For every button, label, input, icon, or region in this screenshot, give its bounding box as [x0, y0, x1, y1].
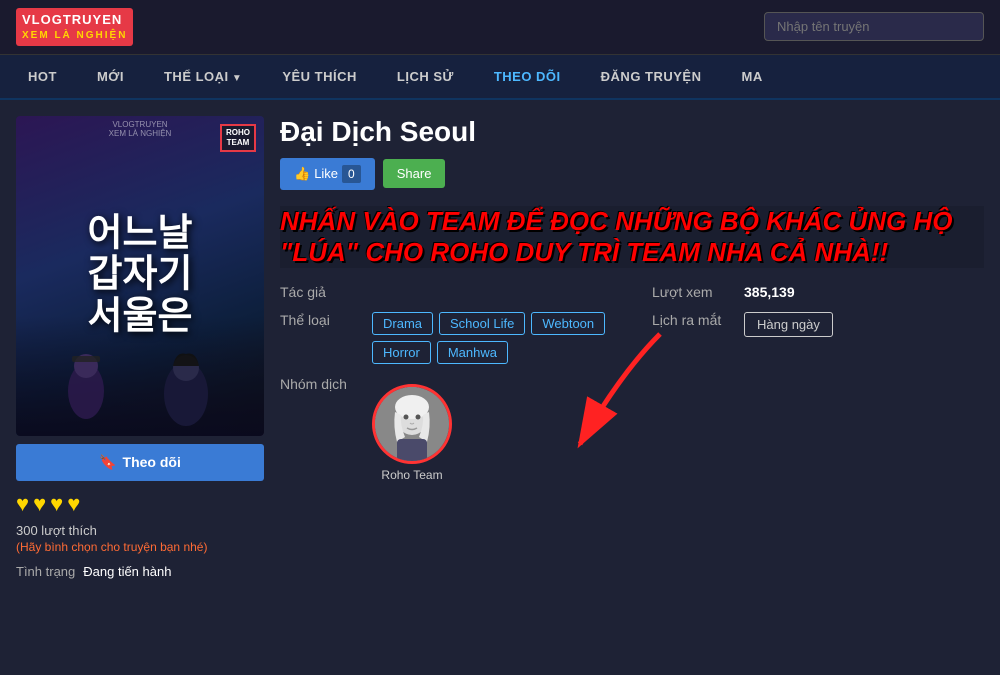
heart-3[interactable]: ♥: [50, 491, 63, 517]
author-row: Tác giả: [280, 284, 612, 300]
logo-line1: VLOGTRUYEN: [22, 12, 127, 28]
watermark: VLOGTRUYENXEM LÀ NGHIỆN: [109, 120, 172, 138]
nav-item-yeuthich[interactable]: YÊU THÍCH: [262, 55, 377, 98]
logo-line2: XEM LÀ NGHIỆN: [22, 30, 127, 42]
genre-webtoon[interactable]: Webtoon: [531, 312, 605, 335]
genre-manhwa[interactable]: Manhwa: [437, 341, 508, 364]
like-button[interactable]: 👍 Like 0: [280, 158, 375, 190]
heart-1[interactable]: ♥: [16, 491, 29, 517]
vote-prompt: (Hãy bình chọn cho truyện bạn nhé): [16, 540, 264, 554]
avatar-svg: [375, 387, 449, 461]
status-label: Tình trạng: [16, 564, 75, 579]
search-input[interactable]: [764, 12, 984, 41]
left-column: ROHO TEAM VLOGTRUYENXEM LÀ NGHIỆN 어느날갑자기…: [16, 116, 264, 659]
cover-korean-text: 어느날갑자기서울은: [88, 213, 193, 338]
logo-area: VLOGTRUYEN XEM LÀ NGHIỆN: [16, 8, 133, 46]
details-left: Tác giả Thể loại Drama School Life Webto…: [280, 284, 612, 494]
genre-drama[interactable]: Drama: [372, 312, 433, 335]
avatar-image: [375, 387, 449, 461]
heart-4[interactable]: ♥: [67, 491, 80, 517]
promo-text: NHẤN VÀO TEAM ĐỂ ĐỌC NHỮNG BỘ KHÁC ỦNG H…: [280, 206, 984, 268]
roho-badge-line2: TEAM: [226, 138, 250, 148]
nav-item-theodoi[interactable]: THEO DÕI: [474, 55, 581, 98]
translator-avatar-wrap: Roho Team: [372, 384, 452, 482]
views-row: Lượt xem 385,139: [652, 284, 984, 300]
genre-label: Thể loại: [280, 312, 360, 328]
like-count: 0: [342, 165, 361, 183]
author-label: Tác giả: [280, 284, 360, 300]
status-value: Đang tiến hành: [83, 564, 171, 579]
action-row: 👍 Like 0 Share: [280, 158, 984, 190]
translator-avatar[interactable]: [372, 384, 452, 464]
views-count: 385,139: [744, 284, 795, 300]
promo-overlay: NHẤN VÀO TEAM ĐỂ ĐỌC NHỮNG BỘ KHÁC ỦNG H…: [280, 206, 984, 268]
nav-item-dangtruyen[interactable]: ĐĂNG TRUYỆN: [581, 55, 722, 98]
translator-name: Roho Team: [381, 468, 442, 482]
translator-section: Roho Team: [372, 384, 452, 482]
header: VLOGTRUYEN XEM LÀ NGHIỆN: [0, 0, 1000, 55]
status-row: Tình trạng Đang tiến hành: [16, 564, 264, 579]
heart-2[interactable]: ♥: [33, 491, 46, 517]
bookmark-icon: 🔖: [99, 454, 116, 471]
translator-label: Nhóm dịch: [280, 376, 360, 392]
nav-item-moi[interactable]: MỚI: [77, 55, 144, 98]
manga-art: ROHO TEAM VLOGTRUYENXEM LÀ NGHIỆN 어느날갑자기…: [16, 116, 264, 436]
roho-badge-line1: ROHO: [226, 128, 250, 138]
nav-item-hot[interactable]: HOT: [8, 55, 77, 98]
details-right: Lượt xem 385,139 Lịch ra mắt Hàng ngày: [652, 284, 984, 494]
genre-row: Thể loại Drama School Life Webtoon Horro…: [280, 312, 612, 364]
hearts-row: ♥ ♥ ♥ ♥: [16, 491, 264, 517]
likes-count: 300 lượt thích: [16, 523, 264, 538]
share-button[interactable]: Share: [383, 159, 446, 188]
schedule-label: Lịch ra mắt: [652, 312, 732, 328]
like-label: Like: [314, 166, 338, 181]
manga-cover: ROHO TEAM VLOGTRUYENXEM LÀ NGHIỆN 어느날갑자기…: [16, 116, 264, 436]
schedule-row: Lịch ra mắt Hàng ngày: [652, 312, 984, 337]
genre-horror[interactable]: Horror: [372, 341, 431, 364]
logo[interactable]: VLOGTRUYEN XEM LÀ NGHIỆN: [16, 8, 133, 46]
views-label: Lượt xem: [652, 284, 732, 300]
manga-title: Đại Dịch Seoul: [280, 116, 984, 148]
right-column: Đại Dịch Seoul 👍 Like 0 Share NHẤN VÀO T…: [280, 116, 984, 659]
thumbs-icon: 👍: [294, 166, 310, 182]
follow-label: Theo dõi: [123, 454, 181, 470]
nav-item-lichsu[interactable]: LỊCH SỬ: [377, 55, 474, 98]
genre-tags: Drama School Life Webtoon Horror Manhwa: [372, 312, 612, 364]
translator-row: Nhóm dịch: [280, 376, 612, 482]
main-content: ROHO TEAM VLOGTRUYENXEM LÀ NGHIỆN 어느날갑자기…: [0, 100, 1000, 675]
follow-button[interactable]: 🔖 Theo dõi: [16, 444, 264, 481]
nav-bar: HOT MỚI THỂ LOẠI YÊU THÍCH LỊCH SỬ THEO …: [0, 55, 1000, 100]
nav-item-theloai[interactable]: THỂ LOẠI: [144, 55, 262, 98]
nav-item-ma[interactable]: MA: [722, 55, 783, 98]
genre-school[interactable]: School Life: [439, 312, 525, 335]
schedule-button[interactable]: Hàng ngày: [744, 312, 833, 337]
roho-badge: ROHO TEAM: [220, 124, 256, 153]
details-section: Tác giả Thể loại Drama School Life Webto…: [280, 284, 984, 494]
